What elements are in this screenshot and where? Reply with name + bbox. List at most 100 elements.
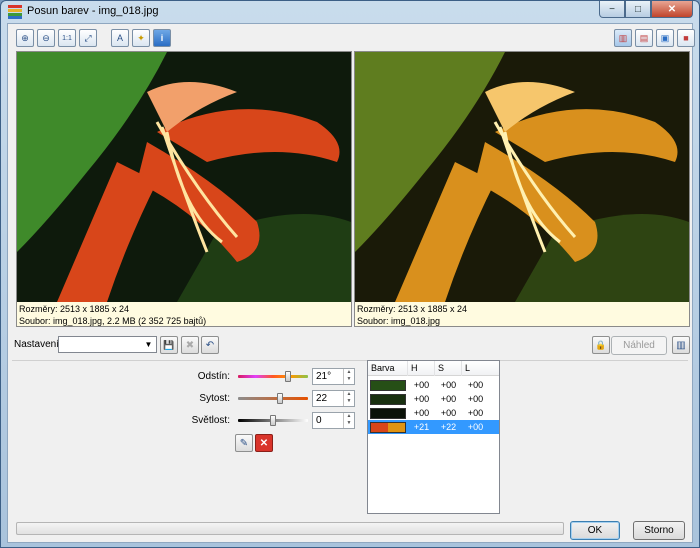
maximize-button[interactable]: □	[625, 1, 651, 18]
highlight-button[interactable]: ✦	[132, 29, 150, 47]
remove-icon: ✕	[259, 437, 269, 449]
original-image-panel: Rozměry: 2513 x 1885 x 24 Soubor: img_01…	[16, 51, 352, 327]
table-row[interactable]: +00 +00 +00	[368, 392, 499, 406]
close-button[interactable]: ✕	[651, 1, 693, 18]
original-info: Rozměry: 2513 x 1885 x 24 Soubor: img_01…	[19, 303, 206, 327]
table-row[interactable]: +21 +22 +00	[368, 420, 499, 434]
slider-thumb[interactable]	[285, 371, 292, 382]
slider-thumb[interactable]	[270, 415, 276, 426]
spin-up-icon[interactable]: ▲	[344, 413, 354, 420]
hue-cell: +00	[413, 394, 430, 404]
original-file-info: Soubor: img_018.jpg, 2.2 MB (2 352 725 b…	[19, 316, 207, 326]
lock-preview-button[interactable]: 🔒	[592, 336, 610, 354]
saturation-cell: +22	[440, 422, 457, 432]
fullscreen-button[interactable]: ■	[677, 29, 695, 47]
split-vertical-icon: ▥	[618, 32, 628, 43]
spin-buttons[interactable]: ▲ ▼	[343, 369, 354, 384]
split-vertical-button[interactable]: ▥	[614, 29, 632, 47]
reset-icon: ↶	[205, 339, 215, 351]
column-barva: Barva	[368, 361, 408, 376]
cancel-button[interactable]: Storno	[633, 521, 685, 540]
separator	[12, 360, 688, 361]
preview-image[interactable]	[355, 52, 689, 302]
spin-up-icon[interactable]: ▲	[344, 369, 354, 376]
lightness-cell: +00	[467, 408, 484, 418]
preview-info: Rozměry: 2513 x 1885 x 24 Soubor: img_01…	[357, 303, 467, 327]
slider-value-field[interactable]: 0 ▲ ▼	[312, 412, 355, 429]
spin-up-icon[interactable]: ▲	[344, 391, 354, 398]
minimize-button[interactable]: −	[599, 1, 625, 18]
slider-track[interactable]	[238, 397, 308, 400]
text-button[interactable]: A	[111, 29, 129, 47]
spin-down-icon[interactable]: ▼	[344, 398, 354, 405]
actual-size-button[interactable]: 1:1	[58, 29, 76, 47]
fullscreen-icon: ■	[683, 33, 689, 43]
preview-file-info: Soubor: img_018.jpg	[357, 316, 441, 326]
settings-combo[interactable]: ▼	[58, 336, 157, 353]
table-row[interactable]: +00 +00 +00	[368, 406, 499, 420]
compare-icon: ▥	[676, 339, 686, 351]
original-lily-photo	[17, 52, 351, 302]
title-bar[interactable]: Posun barev - img_018.jpg − □ ✕	[1, 1, 699, 23]
spin-down-icon[interactable]: ▼	[344, 420, 354, 427]
preview-button[interactable]: Náhled	[611, 336, 667, 355]
preview-dimensions: Rozměry: 2513 x 1885 x 24	[357, 304, 468, 314]
color-picker-button[interactable]: ✎	[235, 434, 253, 452]
slider-label: Světlost:	[191, 415, 230, 426]
spin-buttons[interactable]: ▲ ▼	[343, 413, 354, 428]
remove-color-button[interactable]: ✕	[255, 434, 273, 452]
save-settings-button[interactable]: 💾	[160, 336, 178, 354]
lightness-cell: +00	[467, 394, 484, 404]
table-header: Barva H S L	[368, 361, 499, 376]
hue-cell: +21	[413, 422, 430, 432]
split-horizontal-button[interactable]: ▤	[635, 29, 653, 47]
hue-cell: +00	[413, 408, 430, 418]
info-button[interactable]: i	[153, 29, 171, 47]
slider-label: Sytost:	[199, 393, 230, 404]
slider-value: 0	[316, 415, 322, 426]
lightness-cell: +00	[467, 380, 484, 390]
slider-value-field[interactable]: 22 ▲ ▼	[312, 390, 355, 407]
info-icon: i	[160, 33, 164, 43]
fit-window-button[interactable]: ⤢	[79, 29, 97, 47]
fit-window-icon: ⤢	[84, 32, 92, 43]
actual-size-icon: 1:1	[62, 34, 72, 42]
zoom-in-icon: ⊕	[21, 32, 29, 43]
save-icon: 💾	[163, 339, 175, 350]
view-toolbar: ⊕ ⊖ 1:1 ⤢ A ✦ i	[16, 29, 171, 47]
single-view-button[interactable]: ▣	[656, 29, 674, 47]
color-swatch-cell	[368, 421, 408, 433]
zoom-in-button[interactable]: ⊕	[16, 29, 34, 47]
color-table: Barva H S L +00 +00 +00 +00 +00 +00 +00 …	[367, 360, 500, 514]
compare-button[interactable]: ▥	[672, 336, 690, 354]
spin-buttons[interactable]: ▲ ▼	[343, 391, 354, 406]
highlight-icon: ✦	[137, 32, 145, 43]
reset-settings-button[interactable]: ↶	[201, 336, 219, 354]
slider-row: Sytost: 22 ▲ ▼	[8, 390, 358, 408]
lightness-cell: +00	[467, 422, 484, 432]
progress-bar	[16, 522, 564, 535]
original-dimensions: Rozměry: 2513 x 1885 x 24	[19, 304, 130, 314]
color-swatch-cell	[368, 379, 408, 391]
text-icon: A	[116, 33, 123, 43]
slider-value: 22	[316, 393, 328, 404]
ok-button[interactable]: OK	[570, 521, 620, 540]
settings-label: Nastavení:	[14, 339, 62, 350]
color-swatch	[370, 393, 406, 405]
table-row[interactable]: +00 +00 +00	[368, 378, 499, 392]
column-s: S	[435, 361, 462, 376]
original-image[interactable]	[17, 52, 351, 302]
layout-toolbar: ▥ ▤ ▣ ■	[614, 29, 695, 47]
delete-settings-button[interactable]: ✖	[181, 336, 199, 354]
slider-thumb[interactable]	[277, 393, 283, 404]
slider-track[interactable]	[238, 375, 308, 378]
window-title: Posun barev - img_018.jpg	[27, 5, 159, 17]
spin-down-icon[interactable]: ▼	[344, 376, 354, 383]
color-swatch-cell	[368, 407, 408, 419]
slider-value: 21°	[316, 371, 332, 382]
delete-icon: ✖	[185, 339, 195, 351]
color-swatch	[370, 379, 406, 391]
column-h: H	[408, 361, 435, 376]
slider-value-field[interactable]: 21° ▲ ▼	[312, 368, 355, 385]
zoom-out-button[interactable]: ⊖	[37, 29, 55, 47]
